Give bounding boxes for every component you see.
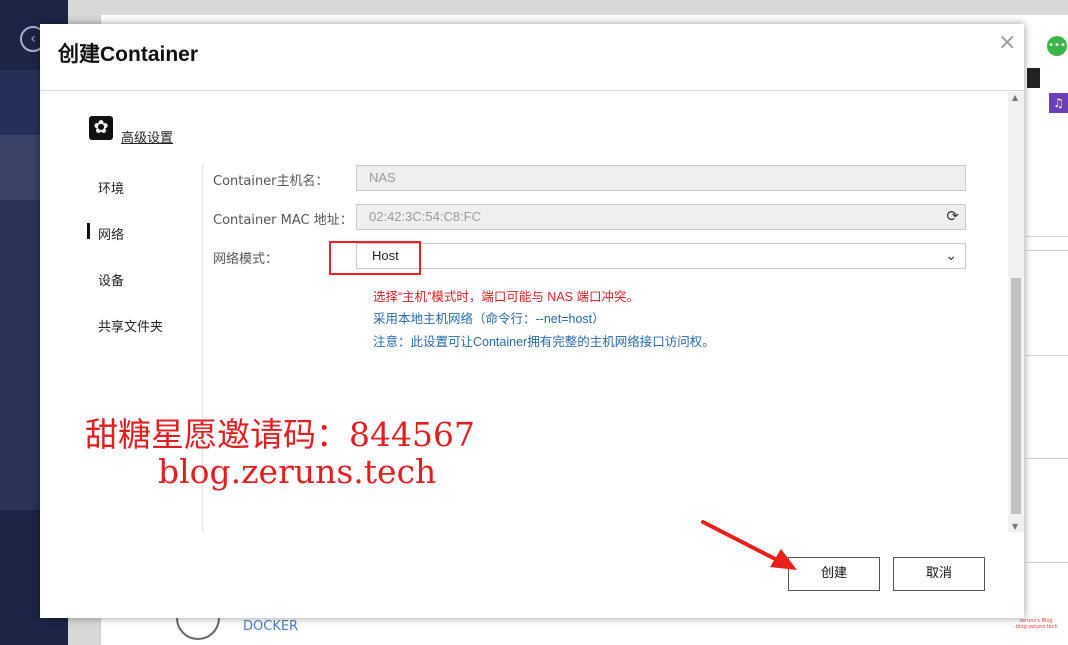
red-arrow-icon — [701, 520, 797, 570]
